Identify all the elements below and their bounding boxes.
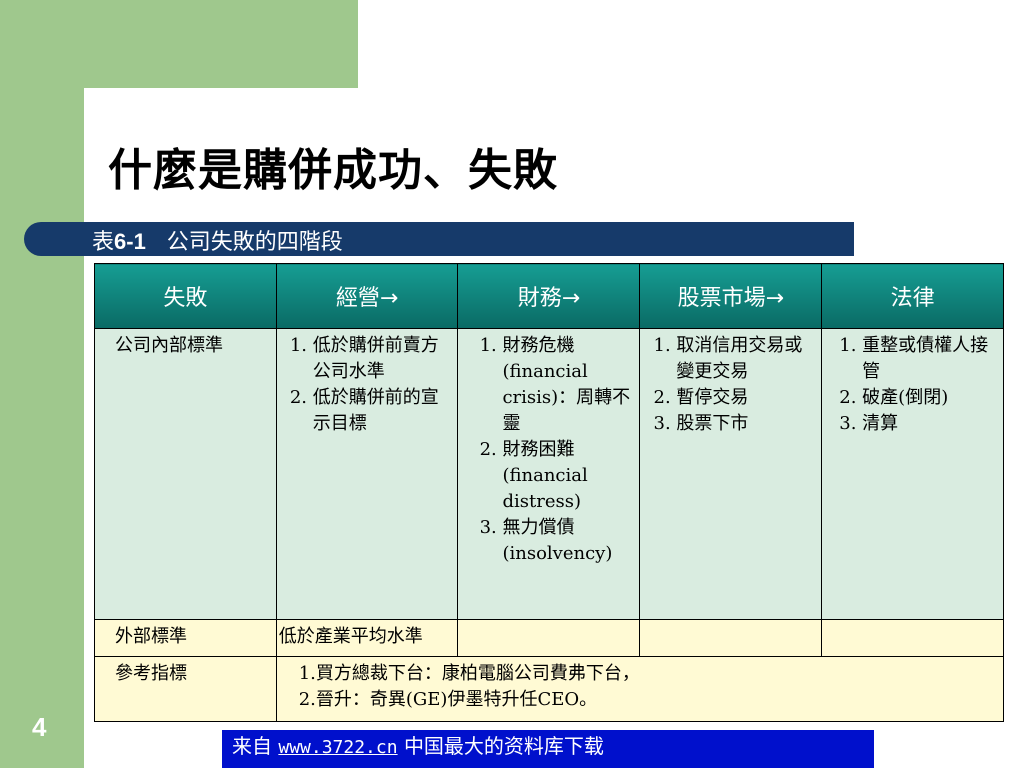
cell-empty	[821, 619, 1004, 657]
list-item: 低於購併前賣方公司水準	[313, 333, 452, 385]
slide-title: 什麼是購併成功、失敗	[108, 145, 558, 196]
list-item: 無力償債(insolvency)	[502, 515, 633, 567]
header-finance: 財務→	[457, 263, 641, 329]
table-caption: 表6-1 公司失敗的四階段	[92, 224, 343, 256]
caption-prefix: 表	[92, 230, 115, 255]
cell-management-external: 低於產業平均水準	[275, 619, 459, 657]
footer-link[interactable]: www.3722.cn	[278, 737, 397, 758]
row-label-internal: 公司內部標準	[94, 328, 277, 620]
header-management: 經營→	[275, 263, 459, 329]
left-green-band	[0, 0, 84, 768]
reference-line-2: 2.晉升：奇異(GE)伊墨特升任CEO。	[298, 689, 598, 710]
table-row: 公司內部標準 低於購併前賣方公司水準 低於購併前的宣示目標 財務危機(finan…	[94, 328, 1004, 620]
row-label-reference: 參考指標	[94, 656, 277, 722]
list-item: 財務困難(financial distress)	[502, 437, 633, 515]
list-item: 財務危機(financial crisis)：周轉不靈	[502, 333, 633, 437]
footer-suffix: 中国最大的资料库下载	[403, 734, 604, 758]
list-item: 重整或債權人接管	[862, 333, 997, 385]
list-item: 清算	[862, 411, 997, 437]
top-green-band	[0, 0, 358, 88]
row-label-external: 外部標準	[94, 619, 277, 657]
table-header-row: 失敗 經營→ 財務→ 股票市場→ 法律	[94, 263, 1004, 329]
header-legal: 法律	[821, 263, 1004, 329]
table-row: 參考指標 1.買方總裁下台：康柏電腦公司費弗下台， 2.晉升：奇異(GE)伊墨特…	[94, 656, 1005, 722]
caption-number: 6-1	[114, 229, 146, 254]
list-item: 取消信用交易或變更交易	[676, 333, 815, 385]
header-stock-market: 股票市場→	[639, 263, 823, 329]
list-item: 破產(倒閉)	[862, 385, 997, 411]
table-row: 外部標準 低於產業平均水準	[94, 619, 1004, 657]
cell-legal-internal: 重整或債權人接管 破產(倒閉) 清算	[821, 328, 1004, 620]
cell-stock-market-internal: 取消信用交易或變更交易 暫停交易 股票下市	[639, 328, 823, 620]
footer-prefix: 来自	[232, 734, 272, 758]
header-failure: 失敗	[94, 263, 277, 329]
cell-finance-internal: 財務危機(financial crisis)：周轉不靈 財務困難(financi…	[457, 328, 641, 620]
list-item: 暫停交易	[676, 385, 815, 411]
reference-line-1: 1.買方總裁下台：康柏電腦公司費弗下台，	[298, 663, 640, 684]
failure-stages-table: 失敗 經營→ 財務→ 股票市場→ 法律 公司內部標準 低於購併前賣方公司水準 低…	[94, 263, 1005, 722]
list-item: 低於購併前的宣示目標	[313, 385, 452, 437]
cell-reference: 1.買方總裁下台：康柏電腦公司費弗下台， 2.晉升：奇異(GE)伊墨特升任CEO…	[275, 656, 1005, 722]
caption-text: 公司失敗的四階段	[166, 230, 343, 255]
page-number: 4	[32, 712, 47, 742]
cell-management-internal: 低於購併前賣方公司水準 低於購併前的宣示目標	[275, 328, 459, 620]
footer-banner: 来自 www.3722.cn 中国最大的资料库下载	[222, 730, 874, 768]
cell-empty	[457, 619, 641, 657]
list-item: 股票下市	[676, 411, 815, 437]
cell-empty	[639, 619, 823, 657]
